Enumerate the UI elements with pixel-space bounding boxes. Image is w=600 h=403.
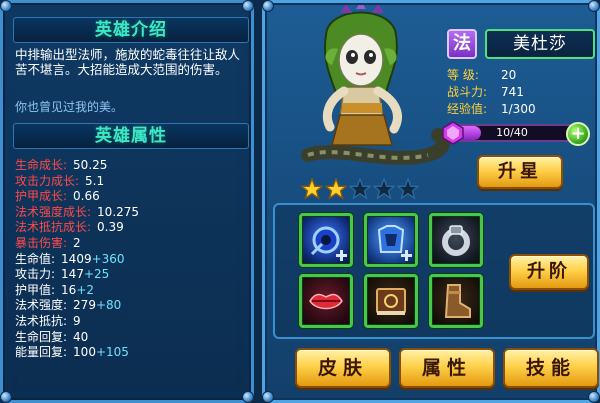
hero-intro-title: 英雄介绍 (13, 17, 249, 43)
star-up-button[interactable]: 升星 (477, 155, 563, 189)
rivet-decoration (588, 0, 600, 12)
soul-shard-progress: 10/40 (447, 124, 577, 142)
level-row: 等 级: 20 (447, 67, 536, 84)
attribute-row: 生命值: 1409+360 (15, 252, 251, 268)
hero-intro-description: 中排输出型法师，施放的蛇毒往往让敌人苦不堪言。大招能造成大范围的伤害。 (15, 47, 241, 77)
attribute-row: 生命回复: 40 (15, 330, 251, 346)
attribute-row: 攻击力: 147+25 (15, 267, 251, 283)
attribute-value: 10.275 (97, 204, 140, 219)
attribute-bonus: +105 (95, 345, 129, 360)
spell-book-icon (376, 288, 406, 315)
attribute-value: 1409 (61, 251, 92, 266)
equip-slot[interactable] (429, 274, 483, 328)
silver-ring-icon (442, 225, 470, 256)
attribute-value: 0.39 (97, 220, 124, 235)
add-shard-button[interactable]: + (566, 122, 590, 146)
power-label: 战斗力: (447, 85, 488, 99)
skills-button[interactable]: 技能 (503, 348, 599, 388)
hero-stats: 等 级: 20 战斗力: 741 经验值: 1/300 (447, 67, 536, 118)
soul-gem-icon (442, 121, 464, 145)
hero-detail-panel: 法 美杜莎 等 级: 20 战斗力: 741 经验值: 1/300 10/40 + 升… (262, 0, 600, 403)
attribute-label: 攻击力成长: (15, 173, 80, 188)
attribute-label: 暴击伤害: (15, 235, 68, 250)
attribute-label: 护甲值: (15, 282, 56, 297)
attribute-label: 攻击力: (15, 267, 56, 282)
attribute-row: 法术强度: 279+80 (15, 298, 251, 314)
attribute-value: 279 (73, 298, 96, 313)
attribute-value: 0.66 (73, 189, 100, 204)
equip-slot[interactable] (429, 213, 483, 267)
power-row: 战斗力: 741 (447, 84, 536, 101)
attribute-label: 护甲成长: (15, 189, 68, 204)
exp-value: 1/300 (501, 102, 536, 116)
hero-attributes-title: 英雄属性 (13, 123, 249, 149)
exp-row: 经验值: 1/300 (447, 101, 536, 118)
attribute-row: 法术强度成长: 10.275 (15, 205, 251, 221)
star-filled-icon (301, 178, 323, 200)
attribute-value: 2 (73, 235, 81, 250)
attribute-row: 护甲成长: 0.66 (15, 189, 251, 205)
attribute-label: 法术强度: (15, 298, 68, 313)
skin-button[interactable]: 皮肤 (295, 348, 391, 388)
attribute-value: 5.1 (85, 173, 105, 188)
hero-class-badge: 法 (447, 29, 477, 59)
attribute-label: 生命值: (15, 251, 56, 266)
power-value: 741 (501, 85, 524, 99)
attribute-list: 生命成长: 50.25 攻击力成长: 5.1 护甲成长: 0.66 法术强度成长: 10… (15, 158, 251, 361)
star-rating (301, 178, 419, 200)
leather-boots-icon (444, 284, 471, 318)
attribute-value: 50.25 (73, 158, 108, 172)
rivet-decoration (262, 391, 274, 403)
equip-slot[interactable] (364, 213, 418, 267)
star-empty-icon (349, 178, 371, 200)
hero-name: 美杜莎 (485, 29, 595, 59)
hero-portrait (301, 5, 451, 165)
advance-button[interactable]: 升阶 (509, 254, 589, 290)
attribute-row: 生命成长: 50.25 (15, 158, 251, 174)
equip-slot[interactable] (364, 274, 418, 328)
attribute-value: 40 (73, 329, 89, 344)
upgrade-plus-icon (401, 250, 412, 261)
soul-shard-count: 10/40 (496, 126, 528, 139)
attribute-label: 生命成长: (15, 158, 68, 172)
rivet-decoration (242, 391, 254, 403)
attribute-label: 生命回复: (15, 329, 68, 344)
attribute-row: 法术抵抗成长: 0.39 (15, 220, 251, 236)
equip-slot[interactable] (299, 213, 353, 267)
attribute-bonus: +2 (76, 282, 95, 297)
attribute-value: 100 (73, 345, 96, 360)
attribute-value: 16 (61, 282, 77, 297)
attribute-row: 法术抵抗: 9 (15, 314, 251, 330)
attribute-value: 147 (61, 267, 84, 282)
attribute-row: 攻击力成长: 5.1 (15, 174, 251, 190)
attributes-button[interactable]: 属性 (399, 348, 495, 388)
attribute-label: 法术抵抗: (15, 313, 68, 328)
star-empty-icon (397, 178, 419, 200)
hero-info-panel: 英雄介绍 中排输出型法师，施放的蛇毒往往让敌人苦不堪言。大招能造成大范围的伤害。… (0, 0, 254, 403)
attribute-bonus: +360 (91, 251, 125, 266)
attribute-row: 暴击伤害: 2 (15, 236, 251, 252)
exp-label: 经验值: (447, 102, 488, 116)
rivet-decoration (0, 391, 12, 403)
level-label: 等 级: (447, 68, 479, 82)
attribute-bonus: +80 (95, 298, 122, 313)
rivet-decoration (242, 0, 254, 12)
hero-intro-quote: 你也曾见过我的美。 (15, 100, 124, 114)
level-value: 20 (501, 68, 517, 82)
rivet-decoration (0, 0, 12, 12)
equip-slot[interactable] (299, 274, 353, 328)
attribute-label: 法术抵抗成长: (15, 220, 92, 235)
attribute-value: 9 (73, 313, 81, 328)
rivet-decoration (588, 391, 600, 403)
star-empty-icon (373, 178, 395, 200)
attribute-label: 能量回复: (15, 345, 68, 360)
upgrade-plus-icon (336, 250, 347, 261)
attribute-label: 法术强度成长: (15, 204, 92, 219)
star-filled-icon (325, 178, 347, 200)
attribute-row: 能量回复: 100+105 (15, 345, 251, 361)
attribute-bonus: +25 (83, 267, 110, 282)
red-lips-icon (309, 293, 343, 310)
attribute-row: 护甲值: 16+2 (15, 283, 251, 299)
